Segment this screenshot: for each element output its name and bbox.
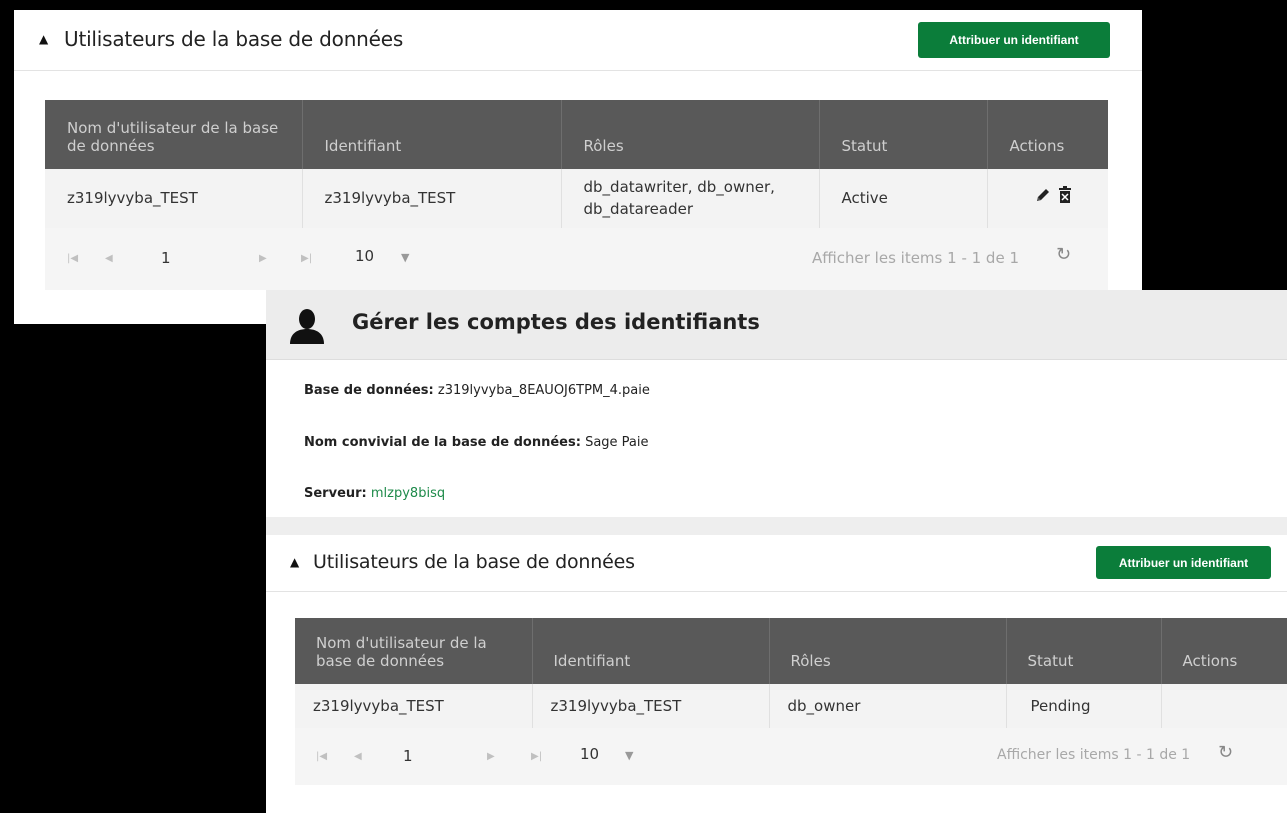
server-link[interactable]: mlzpy8bisq [371, 486, 445, 501]
database-line: Base de données: z319lyvyba_8EAUOJ6TPM_4… [304, 383, 650, 398]
cell-status: Active [819, 169, 988, 229]
trash-icon[interactable] [1058, 186, 1072, 210]
pager-info: Afficher les items 1 - 1 de 1 [997, 747, 1191, 763]
server-line: Serveur: mlzpy8bisq [304, 486, 445, 501]
last-page-icon[interactable]: ▶| [531, 751, 542, 762]
section-title: Utilisateurs de la base de données [313, 551, 635, 573]
cell-actions [1161, 684, 1287, 729]
col-header-actions: Actions [1161, 618, 1287, 684]
current-page[interactable]: 1 [161, 249, 171, 267]
assign-login-button[interactable]: Attribuer un identifiant [918, 22, 1110, 58]
user-icon [288, 306, 326, 348]
cell-status: Pending [1006, 684, 1162, 729]
col-header-login[interactable]: Identifiant [532, 618, 770, 684]
section-header: ▲ Utilisateurs de la base de données Att… [266, 535, 1287, 592]
col-header-db-user[interactable]: Nom d'utilisateur de la base de données [45, 100, 303, 169]
pager-info: Afficher les items 1 - 1 de 1 [812, 249, 1019, 267]
first-page-icon[interactable]: |◀ [67, 253, 78, 264]
col-header-actions: Actions [987, 100, 1108, 169]
col-header-roles[interactable]: Rôles [769, 618, 1007, 684]
col-header-status[interactable]: Statut [1006, 618, 1162, 684]
table-row[interactable]: z319lyvyba_TEST z319lyvyba_TEST db_dataw… [45, 169, 1108, 229]
dropdown-arrow-icon[interactable]: ▼ [625, 749, 633, 762]
caret-up-icon[interactable]: ▲ [290, 555, 299, 569]
section-title: Utilisateurs de la base de données [64, 27, 404, 51]
refresh-icon[interactable]: ↻ [1218, 742, 1233, 763]
cell-login: z319lyvyba_TEST [302, 169, 562, 229]
current-page[interactable]: 1 [403, 747, 413, 765]
last-page-icon[interactable]: ▶| [301, 253, 312, 264]
page-size-select[interactable]: 10 [355, 247, 374, 265]
db-users-table: Nom d'utilisateur de la base de données … [295, 618, 1287, 729]
section-header: ▲ Utilisateurs de la base de données Att… [14, 10, 1142, 71]
pager: |◀ ◀ 1 ▶ ▶| 10 ▼ Afficher les items 1 - … [295, 728, 1287, 785]
prev-page-icon[interactable]: ◀ [354, 751, 362, 762]
cell-roles: db_datawriter, db_owner, db_datareader [561, 169, 820, 229]
col-header-roles[interactable]: Rôles [561, 100, 820, 169]
db-users-table: Nom d'utilisateur de la base de données … [45, 100, 1108, 229]
cell-db-user: z319lyvyba_TEST [295, 684, 533, 729]
col-header-status[interactable]: Statut [819, 100, 988, 169]
col-header-login[interactable]: Identifiant [302, 100, 562, 169]
section-divider [266, 517, 1287, 535]
first-page-icon[interactable]: |◀ [316, 751, 327, 762]
cell-actions [987, 169, 1108, 229]
dropdown-arrow-icon[interactable]: ▼ [401, 251, 409, 264]
friendly-name-line: Nom convivial de la base de données: Sag… [304, 435, 649, 450]
database-label: Base de données: [304, 383, 434, 398]
db-users-panel-top: ▲ Utilisateurs de la base de données Att… [14, 10, 1142, 324]
refresh-icon[interactable]: ↻ [1056, 244, 1071, 265]
cell-roles: db_owner [769, 684, 1007, 729]
friendly-name-label: Nom convivial de la base de données: [304, 435, 581, 450]
cell-login: z319lyvyba_TEST [532, 684, 770, 729]
manage-title: Gérer les comptes des identifiants [352, 310, 760, 334]
table-header-row: Nom d'utilisateur de la base de données … [295, 618, 1287, 684]
table-row[interactable]: z319lyvyba_TEST z319lyvyba_TEST db_owner… [295, 684, 1287, 729]
table-header-row: Nom d'utilisateur de la base de données … [45, 100, 1108, 169]
manage-header: Gérer les comptes des identifiants [266, 290, 1287, 360]
pencil-icon[interactable] [1034, 186, 1052, 210]
caret-up-icon[interactable]: ▲ [39, 32, 48, 46]
pager: |◀ ◀ 1 ▶ ▶| 10 ▼ Afficher les items 1 - … [45, 228, 1108, 290]
server-label: Serveur: [304, 486, 367, 501]
next-page-icon[interactable]: ▶ [487, 751, 495, 762]
assign-login-button[interactable]: Attribuer un identifiant [1096, 546, 1271, 579]
col-header-db-user[interactable]: Nom d'utilisateur de la base de données [295, 618, 533, 684]
page-size-select[interactable]: 10 [580, 745, 599, 763]
database-value: z319lyvyba_8EAUOJ6TPM_4.paie [437, 383, 650, 398]
cell-db-user: z319lyvyba_TEST [45, 169, 303, 229]
next-page-icon[interactable]: ▶ [259, 253, 267, 264]
prev-page-icon[interactable]: ◀ [105, 253, 113, 264]
manage-logins-panel: Gérer les comptes des identifiants Base … [266, 290, 1287, 813]
friendly-name-value: Sage Paie [585, 435, 649, 450]
